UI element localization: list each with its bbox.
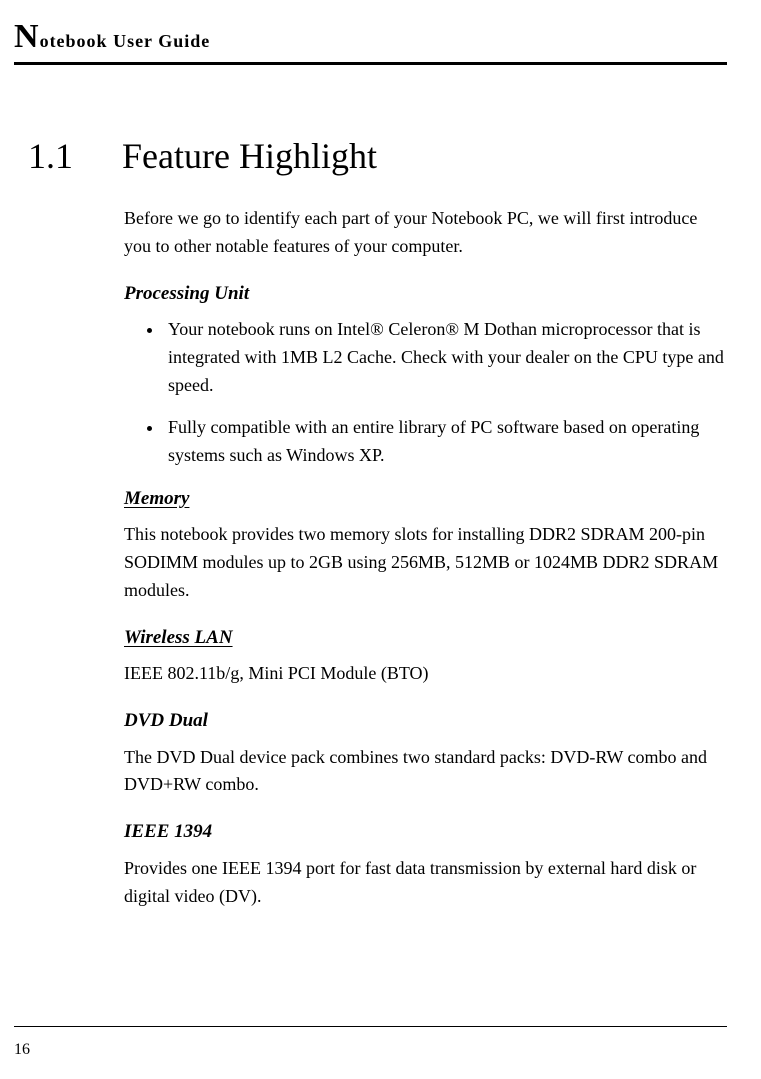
subhead-processing-unit: Processing Unit bbox=[124, 279, 727, 308]
subhead-memory: Memory bbox=[124, 484, 727, 513]
header-text: otebook User Guide bbox=[40, 31, 211, 51]
subhead-dvd-dual: DVD Dual bbox=[124, 706, 727, 735]
subhead-wireless-lan: Wireless LAN bbox=[124, 623, 727, 652]
page-header: Notebook User Guide bbox=[14, 18, 727, 65]
intro-paragraph: Before we go to identify each part of yo… bbox=[124, 205, 727, 261]
wireless-text: IEEE 802.11b/g, Mini PCI Module (BTO) bbox=[124, 660, 727, 688]
content-body: Before we go to identify each part of yo… bbox=[124, 205, 727, 911]
section-title-text: Feature Highlight bbox=[122, 136, 377, 176]
footer-divider bbox=[14, 1026, 727, 1027]
list-item: Fully compatible with an entire library … bbox=[164, 414, 727, 470]
list-item: Your notebook runs on Intel® Celeron® M … bbox=[164, 316, 727, 400]
subhead-ieee-1394: IEEE 1394 bbox=[124, 817, 727, 846]
section-heading: 1.1Feature Highlight bbox=[28, 135, 727, 177]
processing-bullets: Your notebook runs on Intel® Celeron® M … bbox=[124, 316, 727, 469]
section-number: 1.1 bbox=[28, 135, 122, 177]
ieee1394-text: Provides one IEEE 1394 port for fast dat… bbox=[124, 855, 727, 911]
dvd-text: The DVD Dual device pack combines two st… bbox=[124, 744, 727, 800]
memory-text: This notebook provides two memory slots … bbox=[124, 521, 727, 605]
header-dropcap: N bbox=[14, 18, 40, 55]
page-number: 16 bbox=[14, 1041, 30, 1059]
